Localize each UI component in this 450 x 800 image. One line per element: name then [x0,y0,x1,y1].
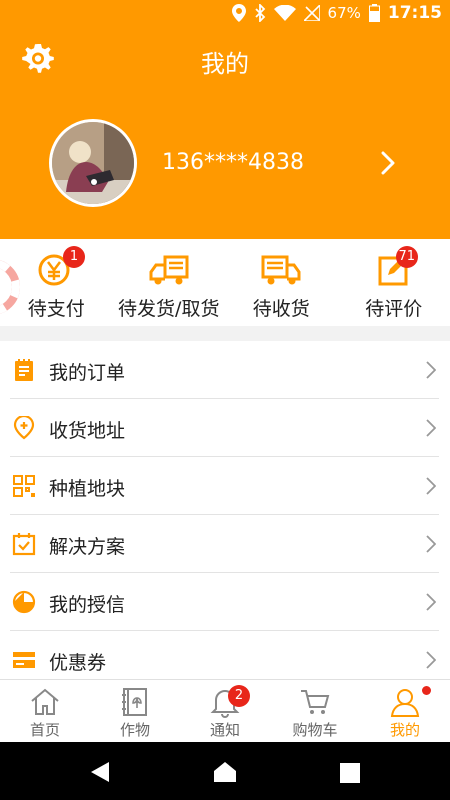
notification-badge: 2 [228,685,250,707]
recents-icon[interactable] [340,763,360,783]
menu-item-label: 我的授信 [49,594,126,616]
pending-review-badge: 71 [395,246,419,268]
order-pending-receipt[interactable]: 待收货 [225,239,338,326]
location-icon [231,4,246,22]
menu-item-label: 收货地址 [49,420,126,442]
menu-item-planting-plots[interactable]: 种植地块 [10,457,439,515]
chevron-right-icon [426,593,436,611]
chevron-right-icon [426,651,436,669]
tab-home[interactable]: 首页 [0,680,90,742]
home-icon [31,688,59,715]
truck-icon [149,255,189,285]
no-signal-icon [303,5,320,21]
chevron-right-icon[interactable] [378,150,398,176]
system-nav-bar [0,742,450,800]
card-icon [13,652,35,668]
page-title: 我的 [201,50,249,78]
battery-icon [368,4,380,22]
tab-label: 作物 [119,721,150,739]
cart-icon [301,690,330,714]
order-label: 待发货/取货 [118,298,220,320]
avatar-photo [52,122,134,204]
chevron-right-icon [426,361,436,379]
menu-item-address[interactable]: 收货地址 [10,399,439,457]
order-label: 待评价 [365,298,423,320]
menu-item-label: 我的订单 [49,362,126,384]
chevron-right-icon [426,477,436,495]
bluetooth-icon [254,4,265,22]
user-icon [390,689,420,717]
pending-payment-badge: 1 [63,246,85,268]
location-pin-icon [13,416,35,440]
bottom-tab-bar: 首页 作物 2 通知 购物车 我的 [0,679,450,742]
menu-item-label: 优惠券 [49,652,107,674]
phone-number[interactable]: 136****4838 [162,150,304,175]
menu-list: 我的订单 收货地址 种植地块 解决方案 我的授信 优惠券 [0,341,450,679]
battery-percent: 67% [327,4,361,22]
status-bar: 67% 17:15 [0,0,450,26]
chevron-right-icon [426,419,436,437]
floating-lifebuoy-icon[interactable] [0,257,22,317]
orders-list-icon [15,359,33,381]
order-status-bar: 1 待支付 待发货/取货 待收货 71 待评价 [0,239,450,326]
unread-dot [422,686,431,695]
tab-label: 我的 [389,721,420,739]
home-button-icon[interactable] [213,761,237,783]
clock: 17:15 [387,3,442,23]
tab-label: 通知 [209,721,240,739]
order-pending-shipment[interactable]: 待发货/取货 [113,239,226,326]
avatar[interactable] [49,119,137,207]
order-pending-review[interactable]: 71 待评价 [338,239,450,326]
wifi-icon [273,5,296,21]
tab-cart[interactable]: 购物车 [270,680,360,742]
pie-chart-icon [12,590,36,614]
crop-book-icon [122,688,147,716]
tab-notifications[interactable]: 2 通知 [180,680,270,742]
chevron-right-icon [426,535,436,553]
delivery-truck-icon [261,255,301,285]
order-label: 待收货 [252,298,310,320]
grid-plots-icon [13,475,35,497]
menu-item-credit[interactable]: 我的授信 [10,573,439,631]
back-icon[interactable] [89,761,111,783]
menu-item-label: 解决方案 [49,536,126,558]
menu-item-my-orders[interactable]: 我的订单 [10,341,439,399]
menu-item-solutions[interactable]: 解决方案 [10,515,439,573]
menu-item-coupons[interactable]: 优惠券 [10,631,439,679]
tab-crops[interactable]: 作物 [90,680,180,742]
tab-label: 首页 [29,721,60,739]
calendar-check-icon [12,533,36,556]
tab-label: 购物车 [292,721,338,739]
tab-me[interactable]: 我的 [360,680,450,742]
menu-item-label: 种植地块 [49,478,126,500]
profile-header: 我的 136****4838 [0,26,450,239]
